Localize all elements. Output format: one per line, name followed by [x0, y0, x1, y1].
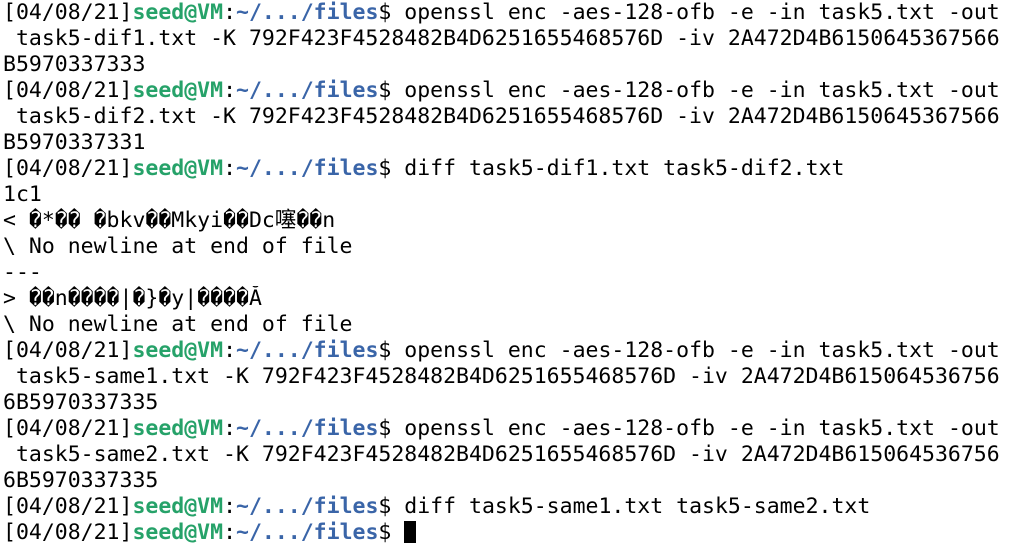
prompt-separator: : — [223, 416, 237, 441]
prompt-path: ~/.../files — [236, 338, 379, 363]
prompt-symbol: $ — [378, 78, 405, 103]
prompt-user-host: seed@VM — [132, 416, 224, 441]
output-line: < �*�� �bkv��Mkyi��Dc噻��n — [3, 208, 336, 233]
prompt-date: [04/08/21] — [3, 416, 133, 441]
prompt-symbol: $ — [378, 0, 405, 25]
prompt-separator: : — [223, 0, 237, 25]
command-text: openssl enc -aes-128-ofb -e -in task5.tx… — [404, 416, 1000, 441]
terminal-window[interactable]: [04/08/21]seed@VM:~/.../files$ openssl e… — [0, 0, 1018, 550]
prompt-path: ~/.../files — [236, 494, 379, 519]
prompt-user-host: seed@VM — [132, 78, 224, 103]
prompt-user-host: seed@VM — [132, 156, 224, 181]
prompt-path: ~/.../files — [236, 416, 379, 441]
prompt-line: [04/08/21]seed@VM:~/.../files$ openssl e… — [3, 416, 1018, 442]
prompt-symbol: $ — [378, 520, 405, 545]
output-line: task5-same2.txt -K 792F423F4528482B4D625… — [3, 442, 1000, 467]
command-text: diff task5-dif1.txt task5-dif2.txt — [404, 156, 845, 181]
prompt-date: [04/08/21] — [3, 156, 133, 181]
prompt-line: [04/08/21]seed@VM:~/.../files$ openssl e… — [3, 78, 1018, 104]
text-cursor[interactable] — [404, 521, 417, 543]
prompt-separator: : — [223, 156, 237, 181]
output-line: task5-dif2.txt -K 792F423F4528482B4D6251… — [3, 104, 1000, 129]
prompt-date: [04/08/21] — [3, 520, 133, 545]
prompt-symbol: $ — [378, 338, 405, 363]
prompt-user-host: seed@VM — [132, 494, 224, 519]
prompt-separator: : — [223, 494, 237, 519]
command-text: openssl enc -aes-128-ofb -e -in task5.tx… — [404, 0, 1000, 25]
output-line: 6B5970337335 — [3, 390, 159, 415]
command-text: diff task5-same1.txt task5-same2.txt — [404, 494, 871, 519]
prompt-path: ~/.../files — [236, 78, 379, 103]
prompt-separator: : — [223, 78, 237, 103]
prompt-separator: : — [223, 520, 237, 545]
command-text: openssl enc -aes-128-ofb -e -in task5.tx… — [404, 338, 1000, 363]
prompt-path: ~/.../files — [236, 156, 379, 181]
prompt-line: [04/08/21]seed@VM:~/.../files$ openssl e… — [3, 0, 1018, 26]
prompt-user-host: seed@VM — [132, 520, 224, 545]
prompt-symbol: $ — [378, 416, 405, 441]
output-line: --- — [3, 260, 42, 285]
output-line: \ No newline at end of file — [3, 312, 353, 337]
prompt-line: [04/08/21]seed@VM:~/.../files$ — [3, 520, 1018, 546]
output-line: task5-dif1.txt -K 792F423F4528482B4D6251… — [3, 26, 1000, 51]
prompt-user-host: seed@VM — [132, 338, 224, 363]
prompt-line: [04/08/21]seed@VM:~/.../files$ diff task… — [3, 494, 1018, 520]
prompt-line: [04/08/21]seed@VM:~/.../files$ openssl e… — [3, 338, 1018, 364]
prompt-date: [04/08/21] — [3, 494, 133, 519]
output-line: 6B5970337335 — [3, 468, 159, 493]
prompt-symbol: $ — [378, 494, 405, 519]
prompt-user-host: seed@VM — [132, 0, 224, 25]
prompt-date: [04/08/21] — [3, 338, 133, 363]
output-line: B5970337333 — [3, 52, 146, 77]
prompt-date: [04/08/21] — [3, 0, 133, 25]
output-line: > ��n����|�}�y|����Ă — [3, 286, 262, 311]
prompt-line: [04/08/21]seed@VM:~/.../files$ diff task… — [3, 156, 1018, 182]
output-line: 1c1 — [3, 182, 42, 207]
prompt-path: ~/.../files — [236, 0, 379, 25]
prompt-symbol: $ — [378, 156, 405, 181]
prompt-date: [04/08/21] — [3, 78, 133, 103]
prompt-path: ~/.../files — [236, 520, 379, 545]
output-line: \ No newline at end of file — [3, 234, 353, 259]
output-line: B5970337331 — [3, 130, 146, 155]
output-line: task5-same1.txt -K 792F423F4528482B4D625… — [3, 364, 1000, 389]
prompt-separator: : — [223, 338, 237, 363]
command-text: openssl enc -aes-128-ofb -e -in task5.tx… — [404, 78, 1000, 103]
